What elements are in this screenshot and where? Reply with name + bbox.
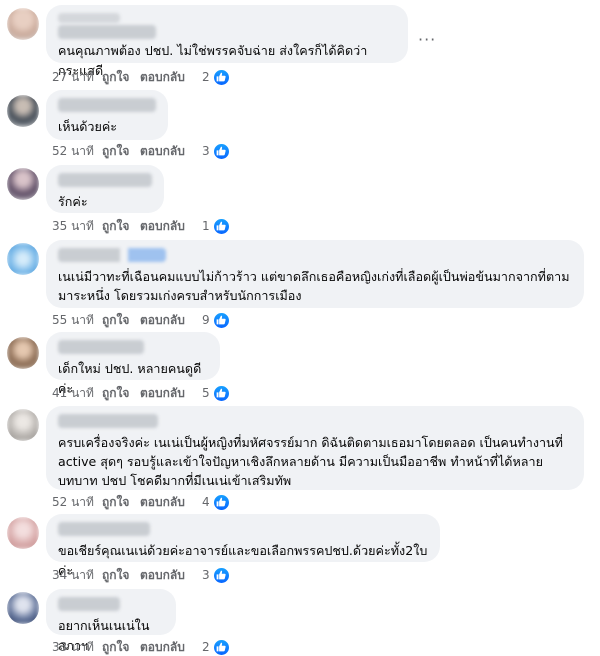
reaction-count[interactable]: 3 xyxy=(202,568,210,582)
reaction-count[interactable]: 2 xyxy=(202,70,210,84)
commenter-name[interactable] xyxy=(58,597,120,611)
avatar[interactable] xyxy=(7,95,39,127)
comment-actions: 27 นาที ถูกใจ ตอบกลับ 2 xyxy=(52,68,230,86)
comment-time[interactable]: 33 นาที xyxy=(52,638,102,656)
comment-time[interactable]: 27 นาที xyxy=(52,68,102,87)
comment-bubble: อยากเห็นเนเน่ในสภาฯ xyxy=(46,589,176,653)
more-options-button[interactable]: ··· xyxy=(418,30,436,49)
comment-actions: 52 นาที ถูกใจ ตอบกลับ 3 xyxy=(52,142,230,160)
comment-actions: 52 นาที ถูกใจ ตอบกลับ 4 xyxy=(52,493,230,511)
reply-button[interactable]: ตอบกลับ xyxy=(140,493,198,512)
thumbs-up-icon[interactable] xyxy=(212,217,230,235)
comment-bubble: เด็กใหม่ ปชป. หลายคนดูดีค่ะ xyxy=(46,332,220,396)
reaction-count[interactable]: 2 xyxy=(202,640,210,654)
thumbs-up-icon[interactable] xyxy=(212,68,230,86)
thumbs-up-icon[interactable] xyxy=(212,493,230,511)
like-button[interactable]: ถูกใจ xyxy=(102,142,140,161)
reply-button[interactable]: ตอบกลับ xyxy=(140,311,198,330)
comment-text: เนเน่มีวาทะที่เฉือนคมแบบไม่ก้าวร้าว แต่ข… xyxy=(58,269,570,303)
like-button[interactable]: ถูกใจ xyxy=(102,566,140,585)
avatar[interactable] xyxy=(7,592,39,624)
avatar[interactable] xyxy=(7,168,39,200)
comment-text: ครบเครื่องจริงค่ะ เนเน่เป็นผู้หญิงที่มหั… xyxy=(58,435,563,488)
reply-button[interactable]: ตอบกลับ xyxy=(140,566,198,585)
like-button[interactable]: ถูกใจ xyxy=(102,384,140,403)
reaction-count[interactable]: 3 xyxy=(202,144,210,158)
commenter-name[interactable] xyxy=(58,13,120,23)
thumbs-up-icon[interactable] xyxy=(212,638,230,656)
avatar[interactable] xyxy=(7,409,39,441)
comment-time[interactable]: 52 นาที xyxy=(52,493,102,512)
commenter-name[interactable] xyxy=(58,98,156,112)
comment-text: เห็นด้วยค่ะ xyxy=(58,119,118,134)
reaction-count[interactable]: 5 xyxy=(202,386,210,400)
comment-bubble: ครบเครื่องจริงค่ะ เนเน่เป็นผู้หญิงที่มหั… xyxy=(46,406,584,490)
comment-actions: 33 นาที ถูกใจ ตอบกลับ 2 xyxy=(52,638,230,656)
thumbs-up-icon[interactable] xyxy=(212,566,230,584)
commenter-subname xyxy=(58,25,156,39)
reply-button[interactable]: ตอบกลับ xyxy=(140,142,198,161)
comment-actions: 34 นาที ถูกใจ ตอบกลับ 3 xyxy=(52,566,230,584)
commenter-name[interactable] xyxy=(58,173,152,187)
reaction-count[interactable]: 9 xyxy=(202,313,210,327)
comment-time[interactable]: 55 นาที xyxy=(52,311,102,330)
reaction-count[interactable]: 4 xyxy=(202,495,210,509)
commenter-name[interactable] xyxy=(58,414,158,428)
reply-button[interactable]: ตอบกลับ xyxy=(140,217,198,236)
comment-bubble: คนคุณภาพต้อง ปชป. ไม่ใช่พรรคจับฉ่าย ส่งใ… xyxy=(46,5,408,78)
thumbs-up-icon[interactable] xyxy=(212,384,230,402)
comment-actions: 35 นาที ถูกใจ ตอบกลับ 1 xyxy=(52,217,230,235)
like-button[interactable]: ถูกใจ xyxy=(102,217,140,236)
comment-text: รักค่ะ xyxy=(58,194,88,209)
avatar[interactable] xyxy=(7,243,39,275)
comment-time[interactable]: 35 นาที xyxy=(52,217,102,236)
comment-bubble: รักค่ะ xyxy=(46,165,164,213)
avatar[interactable] xyxy=(7,8,39,40)
comment-bubble: เนเน่มีวาทะที่เฉือนคมแบบไม่ก้าวร้าว แต่ข… xyxy=(46,240,584,308)
like-button[interactable]: ถูกใจ xyxy=(102,68,140,87)
comment-actions: 55 นาที ถูกใจ ตอบกลับ 9 xyxy=(52,311,230,329)
comment-time[interactable]: 52 นาที xyxy=(52,142,102,161)
thumbs-up-icon[interactable] xyxy=(212,311,230,329)
avatar[interactable] xyxy=(7,517,39,549)
comment-bubble: เห็นด้วยค่ะ xyxy=(46,90,168,140)
comment-time[interactable]: 34 นาที xyxy=(52,566,102,585)
reply-button[interactable]: ตอบกลับ xyxy=(140,68,198,87)
comment-bubble: ขอเชียร์คุณเนเน่ด้วยค่ะอาจารย์และขอเลือก… xyxy=(46,514,440,578)
comment-time[interactable]: 41 นาที xyxy=(52,384,102,403)
like-button[interactable]: ถูกใจ xyxy=(102,311,140,330)
commenter-name[interactable] xyxy=(58,248,166,262)
comment-actions: 41 นาที ถูกใจ ตอบกลับ 5 xyxy=(52,384,230,402)
reply-button[interactable]: ตอบกลับ xyxy=(140,384,198,403)
like-button[interactable]: ถูกใจ xyxy=(102,493,140,512)
commenter-name[interactable] xyxy=(58,340,144,354)
avatar[interactable] xyxy=(7,337,39,369)
reply-button[interactable]: ตอบกลับ xyxy=(140,638,198,656)
like-button[interactable]: ถูกใจ xyxy=(102,638,140,656)
thumbs-up-icon[interactable] xyxy=(212,142,230,160)
commenter-name[interactable] xyxy=(58,522,150,536)
reaction-count[interactable]: 1 xyxy=(202,219,210,233)
